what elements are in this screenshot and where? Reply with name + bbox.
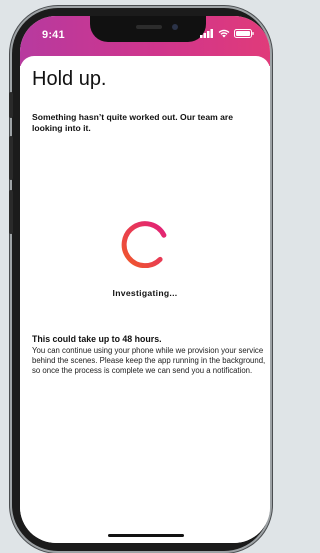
notice-title: This could take up to 48 hours. — [32, 334, 162, 344]
content-sheet: Hold up. Something hasn’t quite worked o… — [20, 56, 270, 543]
status-icons — [200, 29, 254, 38]
cellular-signal-icon — [200, 29, 213, 38]
notch — [90, 16, 206, 42]
mute-switch — [9, 92, 13, 118]
notice-body: You can continue using your phone while … — [32, 346, 266, 375]
status-time: 9:41 — [42, 29, 65, 41]
page-title: Hold up. — [32, 68, 107, 90]
front-camera — [172, 24, 178, 30]
battery-icon — [234, 29, 254, 38]
loading-spinner-icon — [121, 221, 167, 268]
home-indicator[interactable] — [108, 534, 184, 537]
phone-screen: 9:41 Hold up. Something hasn’t quite wor… — [20, 16, 270, 543]
volume-up-button — [9, 136, 13, 180]
speaker-grille — [136, 25, 162, 29]
volume-down-button — [9, 190, 13, 234]
loading-status-text: Investigating... — [112, 288, 178, 298]
wifi-icon — [218, 29, 230, 38]
page-subtitle: Something hasn’t quite worked out. Our t… — [32, 112, 234, 133]
